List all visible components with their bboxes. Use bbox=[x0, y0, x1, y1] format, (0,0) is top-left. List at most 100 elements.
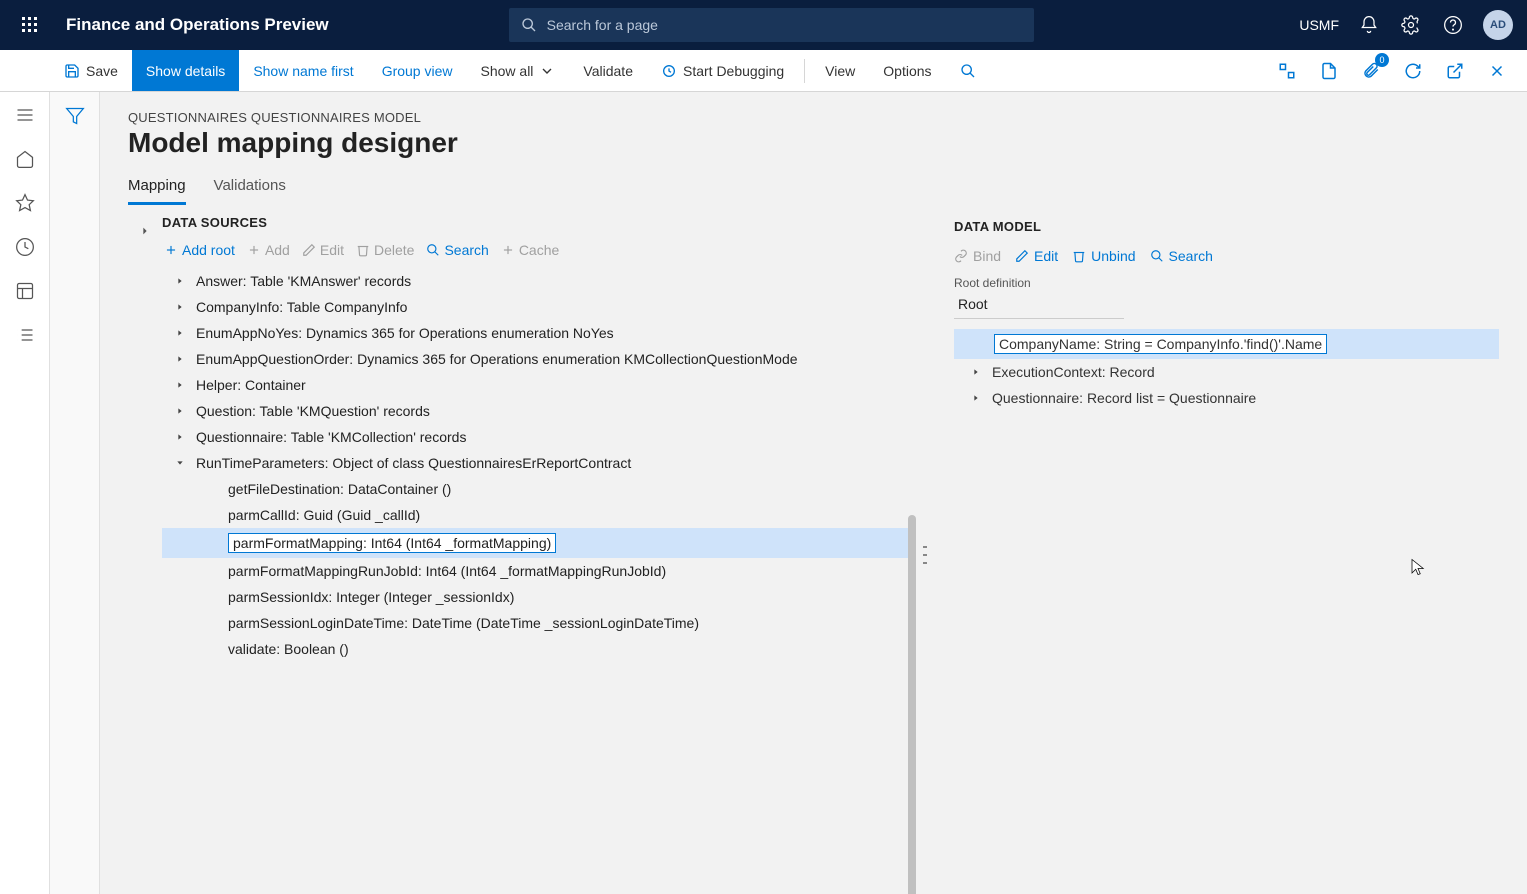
app-title: Finance and Operations Preview bbox=[66, 15, 329, 35]
tree-label: parmFormatMapping: Int64 (Int64 _formatM… bbox=[228, 533, 556, 553]
collapse-left-icon[interactable] bbox=[140, 223, 150, 894]
page-options-icon[interactable] bbox=[1315, 57, 1343, 85]
tree-label: parmSessionLoginDateTime: DateTime (Date… bbox=[228, 615, 699, 631]
data-sources-title: DATA SOURCES bbox=[162, 215, 910, 230]
help-icon[interactable] bbox=[1441, 13, 1465, 37]
settings-icon[interactable] bbox=[1399, 13, 1423, 37]
tab-mapping[interactable]: Mapping bbox=[128, 177, 186, 205]
action-search-button[interactable] bbox=[946, 50, 990, 91]
nav-hamburger-icon[interactable] bbox=[14, 104, 36, 126]
expand-icon[interactable] bbox=[174, 381, 186, 389]
nav-modules-icon[interactable] bbox=[14, 324, 36, 346]
options-menu[interactable]: Options bbox=[869, 50, 945, 91]
dm-tree-row[interactable]: CompanyName: String = CompanyInfo.'find(… bbox=[954, 329, 1499, 359]
top-header: Finance and Operations Preview Search fo… bbox=[0, 0, 1527, 50]
expand-icon[interactable] bbox=[174, 407, 186, 415]
show-details-button[interactable]: Show details bbox=[132, 50, 239, 91]
page-title: Model mapping designer bbox=[128, 127, 1499, 159]
save-button[interactable]: Save bbox=[50, 50, 132, 91]
view-menu[interactable]: View bbox=[811, 50, 869, 91]
tree-row[interactable]: parmFormatMappingRunJobId: Int64 (Int64 … bbox=[162, 558, 910, 584]
search-dm-button[interactable]: Search bbox=[1150, 248, 1213, 264]
personalize-icon[interactable] bbox=[1273, 57, 1301, 85]
data-model-title: DATA MODEL bbox=[954, 219, 1499, 234]
dm-tree-row[interactable]: ExecutionContext: Record bbox=[954, 359, 1499, 385]
tree-label: Helper: Container bbox=[196, 377, 306, 393]
popout-icon[interactable] bbox=[1441, 57, 1469, 85]
expand-icon[interactable] bbox=[174, 329, 186, 337]
tree-row[interactable]: EnumAppNoYes: Dynamics 365 for Operation… bbox=[162, 320, 910, 346]
nav-home-icon[interactable] bbox=[14, 148, 36, 170]
tree-label: Question: Table 'KMQuestion' records bbox=[196, 403, 430, 419]
tree-label: parmFormatMappingRunJobId: Int64 (Int64 … bbox=[228, 563, 666, 579]
search-button[interactable]: Search bbox=[426, 242, 488, 258]
close-icon[interactable] bbox=[1483, 57, 1511, 85]
group-view-button[interactable]: Group view bbox=[368, 50, 467, 91]
breadcrumb: QUESTIONNAIRES QUESTIONNAIRES MODEL bbox=[128, 110, 1499, 125]
tree-label: EnumAppNoYes: Dynamics 365 for Operation… bbox=[196, 325, 614, 341]
splitter[interactable] bbox=[918, 215, 932, 894]
tree-row[interactable]: Question: Table 'KMQuestion' records bbox=[162, 398, 910, 424]
tree-row[interactable]: validate: Boolean () bbox=[162, 636, 910, 662]
tree-label: CompanyInfo: Table CompanyInfo bbox=[196, 299, 407, 315]
root-definition-value[interactable]: Root bbox=[954, 294, 1124, 319]
attachments-icon[interactable]: 0 bbox=[1357, 57, 1385, 85]
nav-favorites-icon[interactable] bbox=[14, 192, 36, 214]
collapse-icon[interactable] bbox=[174, 459, 186, 467]
bind-button[interactable]: Bind bbox=[954, 248, 1001, 264]
expand-icon[interactable] bbox=[174, 355, 186, 363]
attachments-badge: 0 bbox=[1375, 53, 1389, 67]
tree-label: parmCallId: Guid (Guid _callId) bbox=[228, 507, 420, 523]
global-search-input[interactable]: Search for a page bbox=[509, 8, 1034, 42]
add-button[interactable]: Add bbox=[247, 242, 290, 258]
unbind-button[interactable]: Unbind bbox=[1072, 248, 1135, 264]
tree-row[interactable]: parmFormatMapping: Int64 (Int64 _formatM… bbox=[162, 528, 910, 558]
scrollbar-thumb[interactable] bbox=[908, 515, 916, 894]
dm-tree-row[interactable]: Questionnaire: Record list = Questionnai… bbox=[954, 385, 1499, 411]
tree-row[interactable]: parmSessionIdx: Integer (Integer _sessio… bbox=[162, 584, 910, 610]
tree-row[interactable]: getFileDestination: DataContainer () bbox=[162, 476, 910, 502]
validate-button[interactable]: Validate bbox=[569, 50, 647, 91]
tree-row[interactable]: parmSessionLoginDateTime: DateTime (Date… bbox=[162, 610, 910, 636]
expand-icon[interactable] bbox=[174, 303, 186, 311]
delete-button[interactable]: Delete bbox=[356, 242, 414, 258]
edit-button[interactable]: Edit bbox=[302, 242, 344, 258]
action-bar: Save Show details Show name first Group … bbox=[0, 50, 1527, 92]
expand-icon[interactable] bbox=[970, 368, 982, 376]
tree-row[interactable]: EnumAppQuestionOrder: Dynamics 365 for O… bbox=[162, 346, 910, 372]
tree-label: parmSessionIdx: Integer (Integer _sessio… bbox=[228, 589, 514, 605]
refresh-icon[interactable] bbox=[1399, 57, 1427, 85]
show-name-first-button[interactable]: Show name first bbox=[239, 50, 367, 91]
tree-label: EnumAppQuestionOrder: Dynamics 365 for O… bbox=[196, 351, 798, 367]
tab-validations[interactable]: Validations bbox=[214, 177, 286, 205]
start-debugging-button[interactable]: Start Debugging bbox=[647, 50, 798, 91]
notifications-icon[interactable] bbox=[1357, 13, 1381, 37]
avatar[interactable]: AD bbox=[1483, 10, 1513, 40]
data-sources-tree: Answer: Table 'KMAnswer' records CompanyI… bbox=[162, 268, 910, 662]
legal-entity[interactable]: USMF bbox=[1299, 17, 1339, 33]
add-root-button[interactable]: Add root bbox=[164, 242, 235, 258]
tree-row[interactable]: RunTimeParameters: Object of class Quest… bbox=[162, 450, 910, 476]
tree-row[interactable]: CompanyInfo: Table CompanyInfo bbox=[162, 294, 910, 320]
tree-row[interactable]: Answer: Table 'KMAnswer' records bbox=[162, 268, 910, 294]
expand-icon[interactable] bbox=[174, 277, 186, 285]
nav-recent-icon[interactable] bbox=[14, 236, 36, 258]
tree-row[interactable]: Helper: Container bbox=[162, 372, 910, 398]
app-launcher-icon[interactable] bbox=[14, 9, 46, 41]
tree-row[interactable]: Questionnaire: Table 'KMCollection' reco… bbox=[162, 424, 910, 450]
tabs: Mapping Validations bbox=[128, 177, 1499, 205]
edit-dm-button[interactable]: Edit bbox=[1015, 248, 1058, 264]
root-definition-label: Root definition bbox=[954, 276, 1499, 290]
filter-icon[interactable] bbox=[65, 106, 85, 894]
tree-label: Questionnaire: Table 'KMCollection' reco… bbox=[196, 429, 466, 445]
left-navigation-rail bbox=[0, 92, 50, 894]
separator bbox=[804, 59, 805, 83]
cache-button[interactable]: Cache bbox=[501, 242, 559, 258]
expand-icon[interactable] bbox=[970, 394, 982, 402]
expand-icon[interactable] bbox=[174, 433, 186, 441]
tree-row[interactable]: parmCallId: Guid (Guid _callId) bbox=[162, 502, 910, 528]
show-all-dropdown[interactable]: Show all bbox=[467, 50, 570, 91]
tree-label: validate: Boolean () bbox=[228, 641, 349, 657]
filter-rail bbox=[50, 92, 100, 894]
nav-workspaces-icon[interactable] bbox=[14, 280, 36, 302]
